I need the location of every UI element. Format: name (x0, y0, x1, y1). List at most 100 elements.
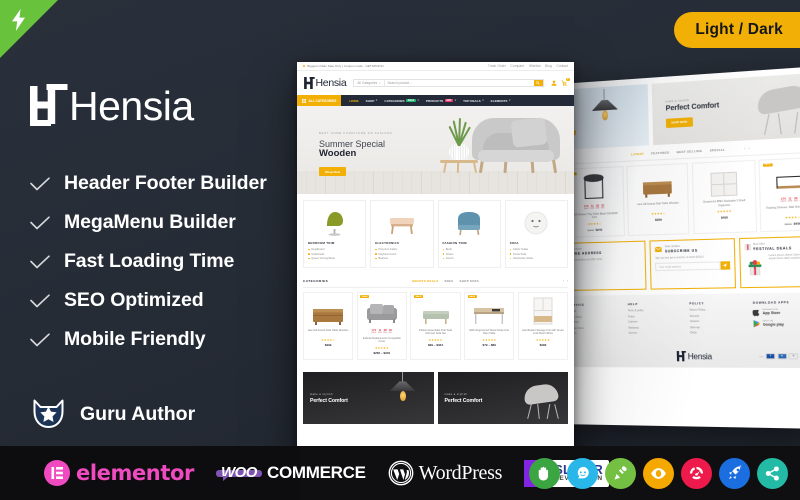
google-play-badge[interactable]: GET IT ON Google play (753, 319, 800, 328)
topbar-link-compare[interactable]: Compare (510, 64, 524, 68)
nav-item-home[interactable]: HOME (349, 99, 358, 103)
promo-card-festival[interactable]: Best Offer FESTIVAL DEALS Lorem ipsum do… (738, 235, 800, 289)
category-item[interactable]: Couch (442, 257, 496, 260)
footer-link[interactable]: Return Policy (689, 309, 744, 312)
bottom-banner-chair[interactable]: make a stylish Perfect Comfort (437, 372, 568, 425)
category-item[interactable]: Headboard (308, 248, 361, 251)
back-banner-button[interactable]: SHOP NOW (665, 116, 693, 128)
nav-item-products[interactable]: PRODUCTS HOT ▾ (426, 99, 456, 103)
search-button[interactable] (533, 79, 543, 87)
footer-link[interactable]: Sitemap (690, 325, 745, 329)
carousel-tab-2[interactable]: SHOP SOFA (460, 279, 480, 283)
footer-link[interactable]: Featured (568, 321, 620, 324)
footer-link[interactable]: FAQs (690, 331, 745, 334)
carousel-prev-icon[interactable]: ‹ (563, 279, 564, 283)
all-categories-button[interactable]: ALL CATEGORIES (297, 95, 342, 106)
product-name[interactable]: Pelican Essentials Polo Sofa Ottoman Sof… (414, 329, 456, 336)
hero-shop-now-button[interactable]: Shop Now (319, 167, 347, 177)
product-name[interactable]: Floating Shelves, Wall Shelf Outdoor Wal… (766, 205, 800, 214)
category-card-fashion[interactable]: FASHION TRIM Beds Chairs Couch (437, 200, 501, 268)
product-name[interactable]: Oceanmint 8891 Stackable 3-Shelf Organiz… (697, 199, 752, 208)
back-product-card[interactable]: Oceanmint 8891 Stackable 3-Shelf Organiz… (691, 159, 757, 234)
promo-card-newsletter[interactable]: Daily Updates SUBSCRIBE US Sign up and g… (649, 237, 736, 290)
topbar-link-wishlist[interactable]: Wishlist (529, 64, 541, 68)
topbar-link-contact[interactable]: Contact (556, 64, 568, 68)
back-banner-lamp[interactable] (561, 84, 650, 150)
product-card[interactable]: Hee Hill Acacia Side Table Wooden ★★★★☆ … (303, 291, 354, 361)
product-card[interactable]: Hee Bekant Storage Unit with Smart Lock … (517, 291, 569, 361)
topbar-link-blog[interactable]: Blog (545, 64, 552, 68)
footer-link[interactable]: Security (690, 314, 745, 318)
footer-link[interactable]: Service (628, 331, 681, 335)
category-card-sofa[interactable]: SOFA Fabric Sofas Knole Sofa Sectionals … (504, 200, 568, 268)
category-item[interactable]: Daybed Couch (375, 253, 428, 256)
back-next-icon[interactable]: › (749, 146, 750, 150)
category-item[interactable]: Sectionals Sofas (509, 257, 563, 260)
carousel-next-icon[interactable]: › (567, 279, 568, 283)
nav-item-top-deals[interactable]: TOP DEALS ▾ (463, 99, 484, 103)
product-card[interactable]: SALE ERK Engineered Wood Study And Dept … (464, 291, 515, 361)
product-name[interactable]: ERK Engineered Wood Study And Dept Table (468, 329, 510, 336)
nav-item-shop[interactable]: SHOP ▾ (366, 99, 378, 103)
back-product-card[interactable]: Hee Hill Acacia Side Table Wooden ★★★★☆ … (626, 162, 690, 236)
search-category-select[interactable]: All Categories ▾ (354, 79, 385, 87)
account-button[interactable] (550, 80, 557, 86)
carousel-tab-1[interactable]: SOFA (444, 279, 453, 283)
category-item[interactable]: Beds (442, 248, 496, 251)
footer-link[interactable]: Press (628, 315, 681, 318)
back-prev-icon[interactable]: ‹ (744, 147, 745, 151)
topbar-link-track[interactable]: Track Order (488, 64, 506, 68)
back-product-card[interactable]: SALE 174DAYS 11HRS 38MIN 32SEC Floating … (758, 156, 800, 232)
product-name[interactable]: Hee Hill Acacia Side Table Wooden (308, 329, 349, 336)
footer-link[interactable]: Orders (569, 332, 621, 335)
cart-button[interactable]: 0 (561, 77, 570, 87)
support-chat-icon[interactable] (567, 457, 598, 489)
nav-item-categories[interactable]: CATEGORIES SALE ▾ (384, 99, 418, 103)
category-item[interactable]: Knole Sofa (509, 253, 563, 256)
nav-item-elements[interactable]: ELEMENTS ▾ (491, 99, 511, 103)
promo-card-address[interactable]: get in touch FREE ADDRESS Call us anytim… (564, 240, 647, 291)
carousel-tab-0[interactable]: SMARTS DEALS (412, 279, 438, 283)
product-name[interactable]: Hee Bekant Storage Unit with Smart Lock … (522, 329, 564, 336)
category-card-bedroom[interactable]: BEDROOM TRIM Headboard Underbeds Queen &… (303, 200, 367, 268)
rocket-icon[interactable] (719, 457, 750, 489)
back-tab-1[interactable]: FEATURED (651, 150, 669, 155)
category-card-electronics[interactable]: ELECTRONICS Premium Fabric Daybed Couch … (370, 200, 434, 268)
share-icon[interactable] (757, 457, 788, 489)
eye-icon[interactable] (643, 457, 674, 489)
back-banner-comfort[interactable]: make a stylish Perfect Comfort SHOP NOW (651, 72, 800, 146)
search-input[interactable]: Search product... (385, 81, 534, 85)
category-item[interactable]: Premium Fabric (375, 248, 428, 251)
footer-link[interactable]: Recipe Force (569, 326, 621, 329)
category-item[interactable]: Chairs (442, 253, 496, 256)
category-item[interactable]: Bedrest (375, 257, 428, 260)
light-dark-toggle[interactable]: Light / Dark (674, 12, 800, 48)
newsletter-send-button[interactable] (720, 261, 730, 271)
product-name[interactable]: Esferia Replacement Compatible Cover (361, 337, 403, 344)
category-item[interactable]: Fabric Sofas (509, 248, 563, 251)
footer-link[interactable]: Term & policy (628, 309, 681, 313)
category-item[interactable]: Queen & King Beds (308, 257, 361, 260)
product-card[interactable]: SALE 174 DAYS 11 HRS 38 MIN 32 SEC Esferia R… (356, 291, 407, 361)
elementor-logo[interactable]: elementor (44, 460, 194, 486)
back-tab-0[interactable]: LATEST (631, 152, 644, 157)
woocommerce-logo[interactable]: WOO COMMERCE (215, 464, 366, 481)
app-store-badge[interactable]: Download on the App Store (752, 308, 800, 317)
newsletter-email-input[interactable]: Your email address (655, 261, 721, 272)
wordpress-logo[interactable]: WordPress (388, 460, 502, 486)
bottom-banner-lamp[interactable]: make a stylish Perfect Comfort (303, 372, 434, 425)
hand-icon[interactable] (529, 457, 560, 489)
back-tab-3[interactable]: SPECIAL (710, 148, 726, 153)
footer-link[interactable]: Warranty (628, 326, 681, 329)
footer-link[interactable]: Brands (568, 310, 620, 313)
footer-link[interactable]: Seller FAQs (568, 315, 620, 319)
site-logo[interactable]: Hensia (304, 77, 347, 89)
site-search[interactable]: All Categories ▾ Search product... (353, 78, 544, 88)
product-name[interactable]: IKEA Glasser Tray Table Black 50x39/38 G… (569, 212, 621, 221)
hero-slider[interactable]: BEST HOME FURNITURE ON FASHION Summer Sp… (297, 106, 574, 194)
microphone-icon[interactable] (605, 457, 636, 489)
speedometer-icon[interactable] (681, 457, 712, 489)
footer-link[interactable]: Careers (628, 320, 681, 324)
back-tab-2[interactable]: BEST SELLING (677, 149, 703, 154)
product-name[interactable]: Hee Hill Acacia Side Table Wooden (637, 202, 679, 211)
